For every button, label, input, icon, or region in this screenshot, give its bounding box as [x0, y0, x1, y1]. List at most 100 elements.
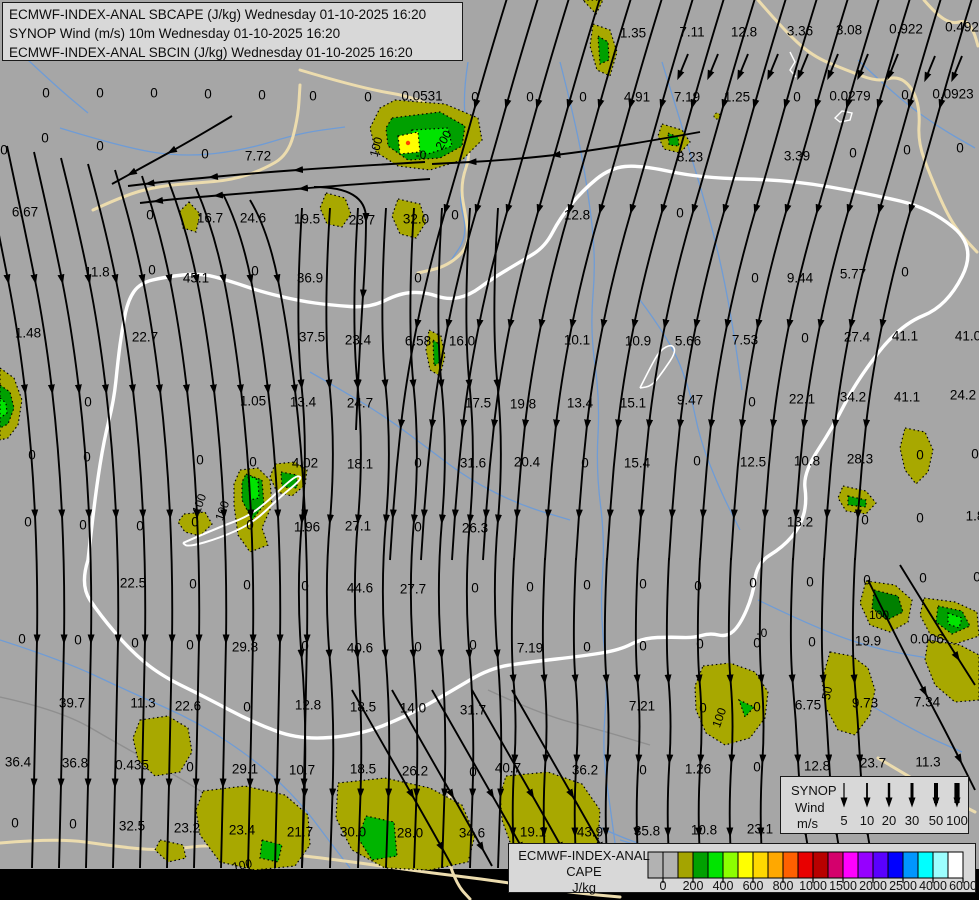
map-value: 0	[916, 448, 924, 463]
map-value: 0	[148, 263, 156, 278]
map-value: 0	[74, 633, 82, 648]
map-value: 0	[301, 579, 309, 594]
map-value: 0.435	[115, 758, 149, 773]
cape-legend: ECMWF-INDEX-ANAL CAPE J/kg 0200400600800…	[508, 843, 976, 893]
map-value: 1.35	[620, 26, 646, 41]
map-value: 43.9	[577, 825, 603, 840]
map-value: 34.6	[459, 826, 485, 841]
map-value: 0	[96, 86, 104, 101]
cape-scale-cell	[798, 852, 813, 878]
map-value: 0	[204, 87, 212, 102]
map-value: 7.19	[674, 90, 700, 105]
map-value: 0	[364, 90, 372, 105]
cape-scale-tick-label: 200	[683, 879, 704, 892]
map-value: 10.1	[564, 333, 590, 348]
map-value: 3.08	[836, 23, 862, 38]
map-value: 7.11	[679, 25, 704, 40]
map-value: 31.6	[460, 456, 486, 471]
map-value: 5.77	[840, 267, 866, 282]
map-value: 0	[84, 395, 92, 410]
map-value: 0	[471, 581, 479, 596]
map-value: 12.5	[740, 455, 766, 470]
cape-legend-unit: J/kg	[514, 880, 654, 895]
map-value: 15.4	[624, 456, 651, 471]
map-value: 3.39	[784, 149, 810, 164]
map-value: 11.3	[130, 696, 155, 711]
map-value: 0	[753, 636, 761, 651]
cape-scale-cell	[858, 852, 873, 878]
cape-scale-cell	[783, 852, 798, 878]
map-value: 0	[136, 519, 144, 534]
map-value: 23.4	[229, 823, 256, 838]
map-value: 0	[526, 580, 534, 595]
wind-scale-speed: 5	[840, 813, 847, 828]
map-value: 41.1	[894, 390, 920, 405]
map-value: 0	[526, 90, 534, 105]
map-value: 41.1	[892, 329, 918, 344]
weather-map: 100200-010010010050100100-0 1.357.1112.8…	[0, 0, 979, 900]
cape-scale-cell	[693, 852, 708, 878]
map-value: 19.5	[294, 212, 320, 227]
map-value: 5.66	[675, 334, 701, 349]
map-value: 12.8	[804, 759, 830, 774]
map-value: 23.1	[747, 822, 773, 837]
cape-scale-tick-label: 600	[743, 879, 764, 892]
map-value: 19.1	[520, 825, 546, 840]
map-value: 1.8	[966, 509, 979, 524]
map-value: 0	[916, 511, 924, 526]
map-value: 10.8	[691, 823, 717, 838]
map-value: 12.8	[731, 25, 757, 40]
wind-legend-title: SYNOP	[791, 783, 837, 798]
wind-scale-speed: 10	[860, 813, 874, 828]
map-value: 37.5	[299, 330, 325, 345]
map-value: 0.0923	[932, 87, 973, 102]
map-value: 0	[749, 576, 757, 591]
map-value: 0	[469, 638, 477, 653]
map-value: 26.3	[462, 521, 488, 536]
wind-legend: SYNOP Wind m/s 510203050100	[780, 776, 969, 834]
map-value: 6.58	[405, 334, 431, 349]
map-value: 9.47	[677, 393, 703, 408]
wind-legend-subtitle: Wind	[795, 800, 825, 815]
map-value: 0	[696, 637, 704, 652]
weather-map-app: 100200-010010010050100100-0 1.357.1112.8…	[0, 0, 979, 900]
map-value: 0	[196, 453, 204, 468]
map-value: 0	[246, 518, 254, 533]
map-value: 0	[793, 90, 801, 105]
cape-scale-cell	[768, 852, 783, 878]
map-value: 4.91	[624, 90, 650, 105]
cape-scale-cell	[873, 852, 888, 878]
map-value: 44.6	[347, 581, 373, 596]
map-value: 0	[414, 640, 422, 655]
map-value: 0	[0, 143, 8, 158]
map-value: 32.0	[403, 212, 429, 227]
map-value: 0	[901, 88, 909, 103]
map-value: 27.1	[345, 519, 371, 534]
map-value: 0	[18, 632, 26, 647]
map-value: 8.23	[677, 150, 703, 165]
map-value: 0	[414, 520, 422, 535]
cape-scale-tick-label: 2000	[859, 879, 887, 892]
map-value: 0	[956, 141, 964, 156]
map-value: 0	[583, 640, 591, 655]
map-value: 0	[581, 456, 589, 471]
map-value: 0	[639, 763, 647, 778]
map-value: 1.05	[240, 394, 266, 409]
map-value: 1.96	[294, 520, 320, 535]
map-value: 6.67	[12, 205, 38, 220]
map-value: 0	[243, 578, 251, 593]
map-value: 23.4	[345, 333, 372, 348]
title-line-wind: SYNOP Wind (m/s) 10m Wednesday 01-10-202…	[9, 24, 456, 43]
map-value: 0	[96, 139, 104, 154]
map-value: 0	[150, 86, 158, 101]
map-value: 23.2	[174, 821, 200, 836]
map-value: 0	[973, 570, 979, 585]
cape-legend-model: ECMWF-INDEX-ANAL	[514, 848, 654, 863]
map-value: 11.8	[84, 265, 109, 280]
map-value: 12.8	[295, 698, 321, 713]
map-value: 0	[451, 208, 459, 223]
cape-scale-cell	[813, 852, 828, 878]
map-value: 18.5	[350, 762, 376, 777]
map-value: 23.7	[860, 756, 886, 771]
map-value: 0	[258, 88, 266, 103]
